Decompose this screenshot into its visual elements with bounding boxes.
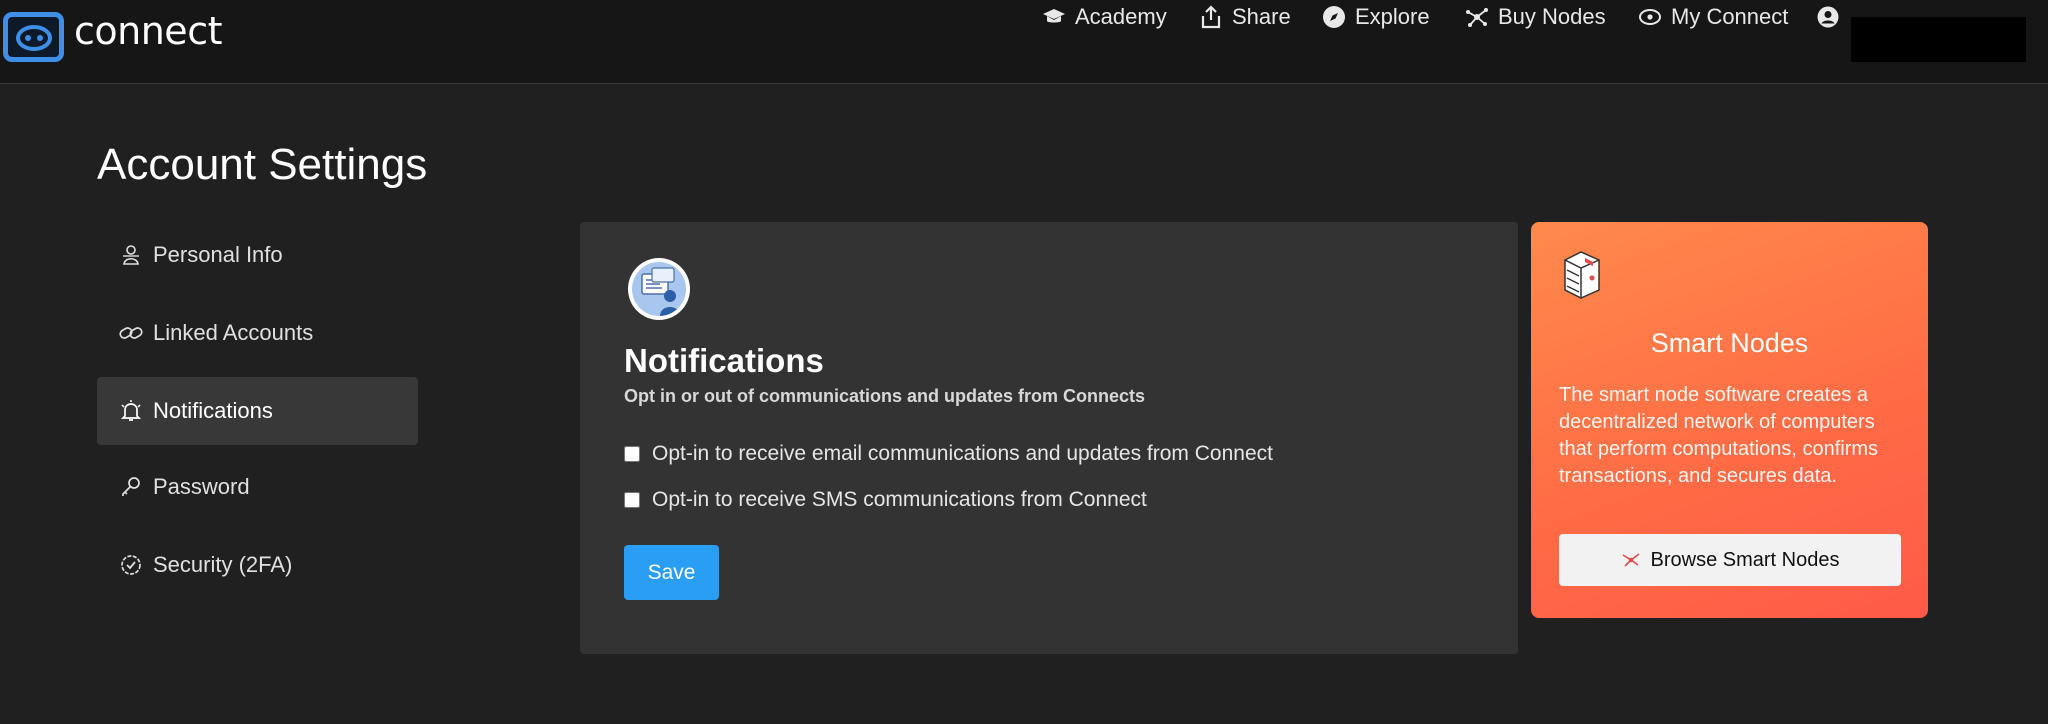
shield-check-icon [117, 551, 145, 579]
notifications-subtitle: Opt in or out of communications and upda… [624, 386, 1146, 406]
user-circle-icon [1815, 4, 1841, 30]
browse-smart-nodes-label: Browse Smart Nodes [1650, 548, 1840, 571]
sidebar-item-linked-accounts[interactable]: Linked Accounts [97, 299, 418, 367]
sms-optin-row[interactable]: Opt-in to receive SMS communications fro… [624, 488, 1147, 512]
nav-academy[interactable]: Academy [1041, 0, 1167, 34]
nav-explore[interactable]: Explore [1321, 0, 1430, 34]
logo-text: connect [74, 9, 222, 53]
account-menu[interactable] [1815, 0, 1849, 34]
notifications-title: Notifications [624, 342, 824, 379]
nav-explore-label: Explore [1355, 4, 1430, 29]
logo[interactable]: connect [3, 9, 222, 62]
save-button[interactable]: Save [624, 545, 719, 600]
sidebar-item-label: Security (2FA) [153, 552, 293, 577]
account-name-redacted[interactable] [1851, 17, 2026, 62]
bell-icon [117, 397, 145, 425]
notifications-illustration [628, 258, 690, 320]
nav-my-connect-label: My Connect [1671, 4, 1789, 29]
nav-buy-nodes[interactable]: Buy Nodes [1464, 0, 1606, 34]
nav-my-connect[interactable]: My Connect [1637, 0, 1788, 34]
page-title: Account Settings [97, 140, 428, 189]
nav-academy-label: Academy [1075, 4, 1167, 29]
sms-optin-label: Opt-in to receive SMS communications fro… [652, 488, 1147, 511]
nav-share[interactable]: Share [1198, 0, 1291, 34]
compass-icon [1321, 4, 1347, 30]
sidebar-item-security[interactable]: Security (2FA) [97, 531, 418, 599]
key-icon [117, 473, 145, 501]
email-optin-row[interactable]: Opt-in to receive email communications a… [624, 442, 1273, 466]
notifications-card: Notifications Opt in or out of communica… [580, 222, 1518, 654]
browse-smart-nodes-button[interactable]: Browse Smart Nodes [1559, 534, 1901, 586]
nodes-icon [1621, 552, 1641, 568]
eye-icon [1637, 4, 1663, 30]
top-bar: connect Academy Share Explore Buy Nodes … [0, 0, 2048, 84]
server-rack-icon [1559, 250, 1605, 300]
smart-nodes-title: Smart Nodes [1650, 328, 1809, 358]
share-icon [1198, 4, 1224, 30]
link-icon [117, 319, 145, 347]
sidebar-item-label: Password [153, 474, 250, 499]
sidebar-item-label: Notifications [153, 398, 273, 423]
smart-nodes-description: The smart node software creates a decent… [1559, 384, 1879, 487]
logo-icon [3, 12, 64, 62]
sidebar-item-label: Linked Accounts [153, 320, 314, 345]
sms-optin-checkbox[interactable] [624, 492, 640, 508]
nav-share-label: Share [1232, 4, 1291, 29]
nodes-icon [1464, 4, 1490, 30]
sidebar-item-password[interactable]: Password [97, 453, 418, 521]
sidebar-item-personal-info[interactable]: Personal Info [97, 221, 418, 289]
sidebar-item-notifications[interactable]: Notifications [97, 377, 418, 445]
smart-nodes-card: Smart Nodes The smart node software crea… [1531, 222, 1928, 618]
nav-buy-nodes-label: Buy Nodes [1498, 4, 1606, 29]
sidebar-item-label: Personal Info [153, 242, 283, 267]
person-icon [117, 241, 145, 269]
email-optin-label: Opt-in to receive email communications a… [652, 442, 1273, 465]
graduation-cap-icon [1041, 4, 1067, 30]
email-optin-checkbox[interactable] [624, 446, 640, 462]
